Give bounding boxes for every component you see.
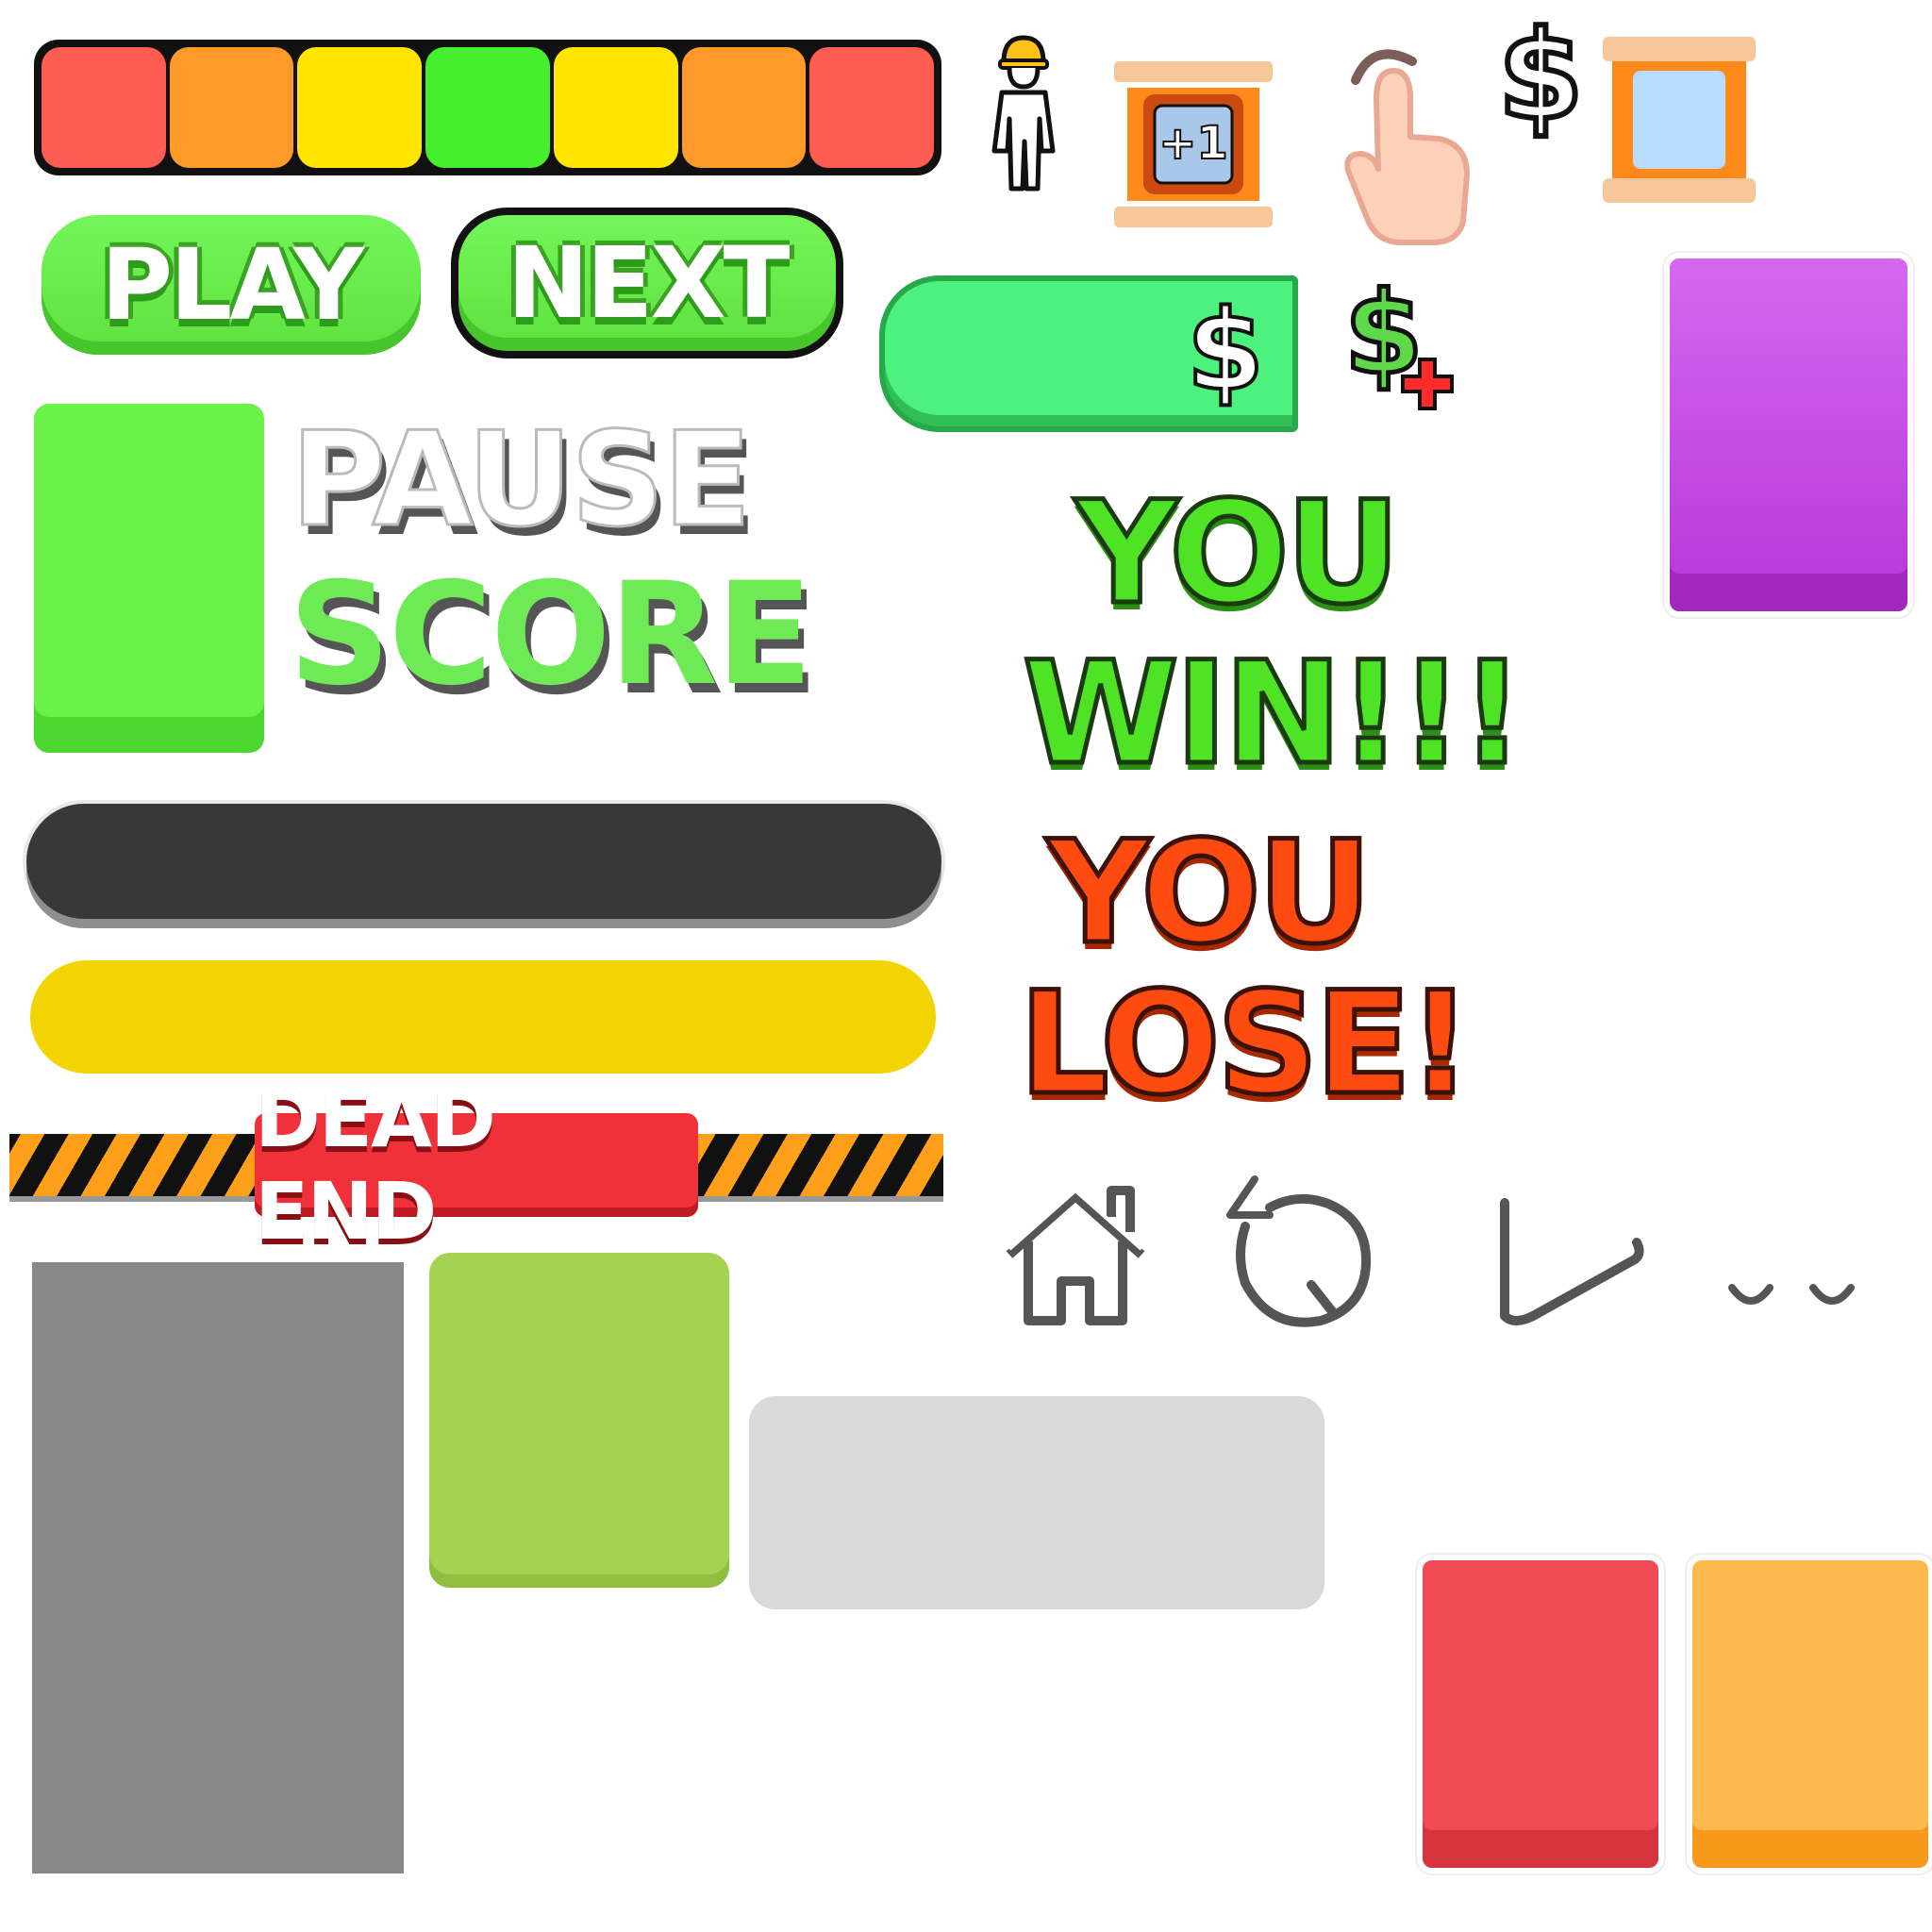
you-win-line2: WIN!!! [1020,630,1526,799]
play-button[interactable]: PLAY [42,215,421,355]
red-card [1415,1553,1666,1875]
lime-card [429,1253,729,1588]
dark-progress-track [26,804,941,919]
plus-one-crate-icon: +1 [1104,49,1283,238]
yellow-progress-fill [30,960,936,1074]
pause-label: PAUSE [290,404,754,556]
you-lose-line1: YOU [1045,809,1375,978]
meter-segment [42,47,166,168]
light-gray-panel [749,1396,1324,1609]
tap-hand-icon [1335,33,1476,250]
check-icon[interactable] [1495,1193,1646,1335]
score-label: SCORE [289,553,813,717]
restart-icon[interactable] [1217,1170,1387,1340]
meter-segment [553,47,678,168]
dollar-plus-icon: $ [1342,275,1457,420]
you-win-line1: YOU [1074,470,1404,639]
purple-card [1662,251,1915,619]
dead-end-label: DEAD END [255,1073,496,1257]
dollar-icon: $ [1495,4,1586,147]
you-lose-line2: LOSE! [1017,960,1475,1129]
color-meter [34,40,941,175]
green-card [34,404,264,753]
money-button-label: $ [1185,285,1266,415]
frame-crate-icon [1599,33,1759,208]
worker-icon [981,28,1066,193]
meter-segment [169,47,294,168]
money-button[interactable]: $ [879,275,1298,432]
orange-card [1685,1553,1932,1875]
meter-segment [425,47,550,168]
next-button[interactable]: NEXT [451,208,843,358]
meter-segment [681,47,807,168]
meter-segment [297,47,423,168]
more-dots-icon[interactable] [1726,1278,1858,1325]
gray-panel [32,1262,404,1874]
home-icon[interactable] [981,1170,1170,1330]
plus-one-label: +1 [1158,116,1229,171]
next-button-label: NEXT [507,225,790,341]
meter-segment [809,47,935,168]
play-button-label: PLAY [100,227,364,342]
dead-end-sign: DEAD END [255,1073,698,1257]
